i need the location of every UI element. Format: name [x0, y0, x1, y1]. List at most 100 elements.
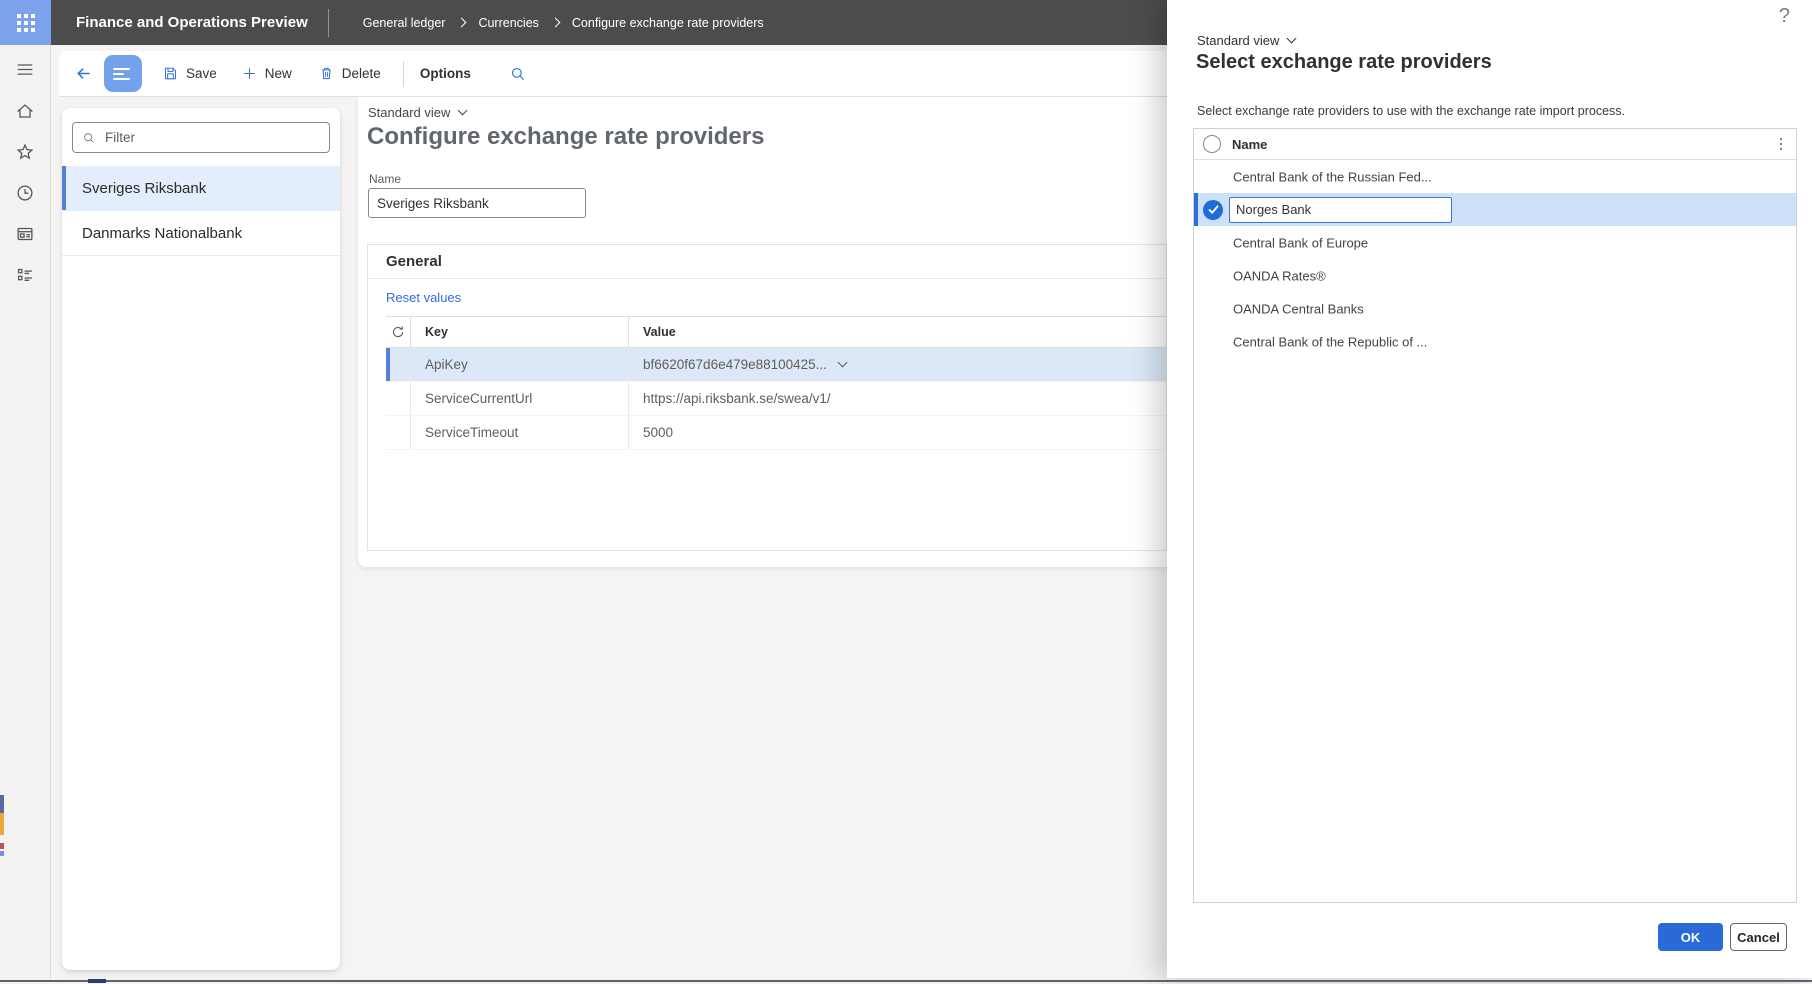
provider-row-name[interactable]: Norges Bank	[1229, 196, 1452, 223]
main-view-switcher[interactable]: Standard view	[368, 105, 468, 120]
filter-input[interactable]	[103, 129, 329, 146]
config-table-rows: ApiKey bf6620f67d6e479e88100425... Servi…	[386, 348, 1166, 450]
list-pane-toggle-button[interactable]	[104, 55, 142, 92]
dialog-view-switcher[interactable]: Standard view	[1197, 33, 1297, 48]
save-icon	[165, 67, 176, 80]
view-switcher-label: Standard view	[368, 105, 451, 120]
window-bottom-edge	[0, 980, 1812, 982]
toolbar-divider	[402, 60, 404, 87]
provider-list-item-label: Danmarks Nationalbank	[82, 224, 243, 242]
window-bottom-accent	[88, 979, 106, 983]
provider-row[interactable]: OANDA Rates®	[1194, 259, 1796, 292]
breadcrumb-item[interactable]: Currencies	[478, 16, 538, 30]
row-gutter	[386, 348, 411, 381]
config-table-row[interactable]: ServiceCurrentUrl https://api.riksbank.s…	[386, 382, 1166, 416]
delete-button[interactable]: Delete	[318, 65, 381, 82]
selected-check-icon[interactable]	[1203, 199, 1223, 220]
name-input[interactable]	[368, 188, 586, 218]
reset-values-link[interactable]: Reset values	[386, 290, 461, 305]
breadcrumb: General ledger Currencies Configure exch…	[363, 16, 764, 30]
refresh-icon[interactable]	[386, 317, 411, 347]
config-table: Key Value ApiKey bf6620f67d6e479e8810042…	[386, 316, 1166, 450]
provider-list-item-label: Sveriges Riksbank	[82, 179, 207, 197]
dialog-view-label: Standard view	[1197, 33, 1280, 48]
name-field-label: Name	[369, 172, 402, 186]
filter-field[interactable]	[72, 122, 330, 153]
new-button[interactable]: New	[241, 65, 292, 82]
toolbar-search-icon[interactable]	[509, 65, 527, 83]
config-value-text: https://api.riksbank.se/swea/v1/	[643, 391, 831, 406]
config-table-row[interactable]: ServiceTimeout 5000	[386, 416, 1166, 450]
dialog-description: Select exchange rate providers to use wi…	[1197, 104, 1626, 118]
kebab-menu-icon[interactable]	[1777, 135, 1786, 154]
edge-artifact	[0, 813, 4, 835]
favorites-star-icon[interactable]	[14, 141, 36, 163]
provider-row-name[interactable]: OANDA Central Banks	[1233, 301, 1364, 316]
provider-row[interactable]: OANDA Central Banks	[1194, 292, 1796, 325]
config-key-text: ApiKey	[425, 357, 468, 372]
save-button[interactable]: Save	[162, 65, 217, 82]
edge-artifact	[0, 843, 4, 849]
home-icon[interactable]	[14, 100, 36, 122]
config-value-cell[interactable]: bf6620f67d6e479e88100425...	[629, 348, 1166, 381]
chevron-down-icon	[457, 105, 468, 116]
value-column-header: Value	[643, 325, 676, 339]
provider-row[interactable]: Central Bank of the Russian Fed...	[1194, 160, 1796, 193]
save-label: Save	[186, 66, 217, 81]
general-section: General Reset values Key Value ApiKey bf…	[367, 244, 1167, 551]
back-arrow-button[interactable]	[73, 63, 94, 84]
provider-row[interactable]: Norges Bank	[1194, 193, 1796, 226]
row-gutter	[386, 382, 411, 415]
waffle-icon	[16, 13, 35, 32]
dialog-title: Select exchange rate providers	[1196, 51, 1492, 73]
provider-row-name[interactable]: Central Bank of the Republic of ...	[1233, 334, 1427, 349]
action-toolbar: Save New Delete Options	[59, 51, 1178, 97]
provider-row[interactable]: Central Bank of the Republic of ...	[1194, 325, 1796, 358]
recent-clock-icon[interactable]	[14, 182, 36, 204]
provider-row-name[interactable]: Central Bank of the Russian Fed...	[1233, 169, 1432, 184]
edge-artifact	[0, 795, 4, 813]
general-section-heading: General	[368, 245, 1166, 279]
ok-button[interactable]: OK	[1658, 923, 1723, 951]
help-icon[interactable]: ?	[1779, 5, 1790, 28]
breadcrumb-item[interactable]: General ledger	[363, 16, 446, 30]
plus-icon	[243, 68, 255, 79]
provider-list-item[interactable]: Danmarks Nationalbank	[62, 211, 340, 256]
config-value-cell[interactable]: https://api.riksbank.se/swea/v1/	[629, 382, 1166, 415]
providers-rows: Central Bank of the Russian Fed... Norge…	[1194, 160, 1796, 358]
app-screen: Finance and Operations Preview General l…	[0, 0, 1812, 984]
provider-row-name[interactable]: Central Bank of Europe	[1233, 235, 1368, 250]
config-key-text: ServiceTimeout	[425, 425, 519, 440]
breadcrumb-chevron-icon	[457, 17, 467, 28]
name-column-header: Name	[1232, 136, 1268, 152]
menu-icon[interactable]	[14, 59, 36, 81]
main-form-card: Standard view Configure exchange rate pr…	[358, 96, 1178, 567]
config-value-cell[interactable]: 5000	[629, 416, 1166, 449]
provider-list: Sveriges Riksbank Danmarks Nationalbank	[62, 166, 340, 256]
breadcrumb-item[interactable]: Configure exchange rate providers	[572, 16, 764, 30]
key-column-header: Key	[411, 317, 629, 347]
config-value-text: 5000	[643, 425, 674, 440]
app-title: Finance and Operations Preview	[76, 14, 308, 31]
provider-row-name[interactable]: OANDA Rates®	[1233, 268, 1326, 283]
trash-icon	[321, 67, 331, 80]
workspaces-icon[interactable]	[14, 223, 36, 245]
providers-table: Name Central Bank of the Russian Fed... …	[1193, 128, 1797, 903]
cancel-button[interactable]: Cancel	[1730, 923, 1787, 951]
config-table-header: Key Value	[386, 316, 1166, 348]
left-nav-rail	[0, 45, 51, 978]
config-key-cell[interactable]: ServiceTimeout	[411, 416, 629, 449]
app-launcher-button[interactable]	[0, 0, 51, 45]
options-menu-button[interactable]: Options	[420, 66, 471, 81]
config-key-text: ServiceCurrentUrl	[425, 391, 533, 406]
search-icon	[84, 132, 94, 143]
value-dropdown-icon[interactable]	[837, 357, 848, 368]
select-all-radio[interactable]	[1203, 135, 1221, 153]
row-gutter	[386, 416, 411, 449]
provider-row[interactable]: Central Bank of Europe	[1194, 226, 1796, 259]
config-table-row[interactable]: ApiKey bf6620f67d6e479e88100425...	[386, 348, 1166, 382]
config-key-cell[interactable]: ApiKey	[411, 348, 629, 381]
modules-list-icon[interactable]	[14, 264, 36, 286]
provider-list-item[interactable]: Sveriges Riksbank	[62, 166, 340, 211]
config-key-cell[interactable]: ServiceCurrentUrl	[411, 382, 629, 415]
